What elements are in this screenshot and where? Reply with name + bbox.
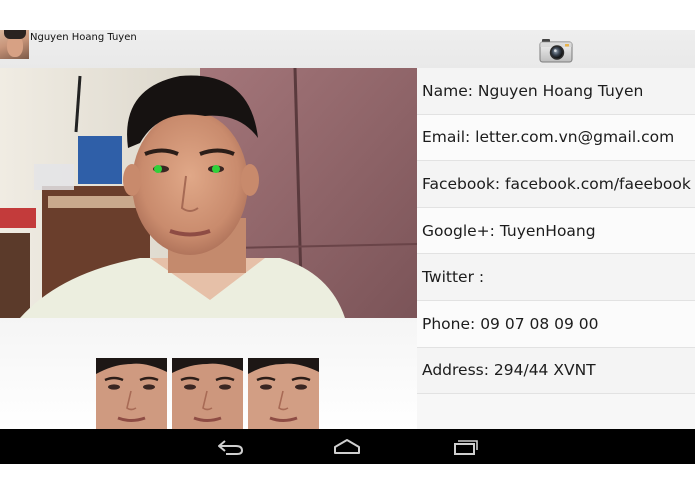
contact-label: Address: (422, 361, 489, 380)
contact-row-email[interactable]: Email: letter.com.vn@gmail.com (417, 114, 695, 162)
home-icon[interactable] (322, 429, 372, 464)
contact-info-list: Name: Nguyen Hoang Tuyen Email: letter.c… (417, 68, 695, 429)
back-icon[interactable] (206, 429, 256, 464)
contact-label: Twitter : (422, 268, 485, 287)
contact-row-name[interactable]: Name: Nguyen Hoang Tuyen (417, 68, 695, 115)
bottom-blank (0, 464, 695, 494)
face-thumbnail-1[interactable] (96, 358, 167, 429)
face-thumbnail-3[interactable] (248, 358, 319, 429)
contact-value: 294/44 XVNT (493, 361, 596, 380)
contact-label: Facebook: (422, 174, 501, 193)
contact-value: 09 07 08 09 00 (480, 314, 599, 333)
contact-label: Name: (422, 81, 473, 100)
contact-value: Nguyen Hoang Tuyen (477, 81, 644, 100)
face-thumbnail-2[interactable] (172, 358, 243, 429)
camera-icon[interactable] (539, 37, 573, 63)
contact-row-phone[interactable]: Phone: 09 07 08 09 00 (417, 301, 695, 348)
contact-value: letter.com.vn@gmail.com (475, 128, 675, 147)
recent-apps-icon[interactable] (440, 429, 490, 464)
contact-row-googleplus[interactable]: Google+: TuyenHoang (417, 207, 695, 255)
contact-row-address[interactable]: Address: 294/44 XVNT (417, 347, 695, 395)
face-avatar-icon (0, 30, 29, 59)
user-name-label: Nguyen Hoang Tuyen (30, 32, 137, 43)
status-area-blank (0, 0, 695, 30)
contact-label: Email: (422, 128, 471, 147)
contact-row-twitter[interactable]: Twitter : (417, 254, 695, 301)
contact-row-facebook[interactable]: Facebook: facebook.com/faeebook (417, 161, 695, 208)
contact-label: Google+: (422, 221, 495, 240)
camera-preview[interactable] (0, 68, 417, 318)
contact-value: facebook.com/faeebook (505, 174, 691, 193)
contact-label: Phone: (422, 314, 476, 333)
contact-value: TuyenHoang (499, 221, 596, 240)
